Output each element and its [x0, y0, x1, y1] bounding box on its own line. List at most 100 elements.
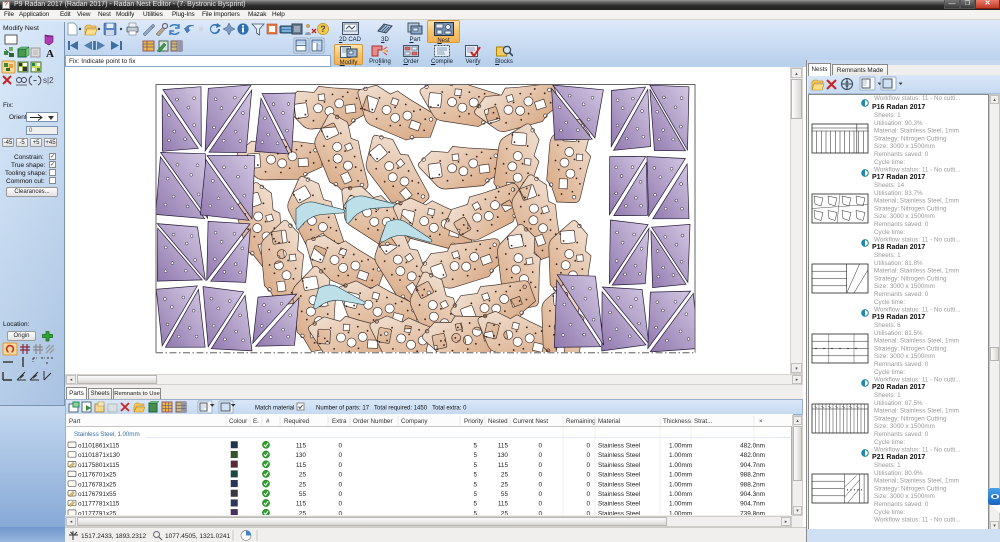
svg-text:Number of parts: 17 Total re: Number of parts: 17 Total required: 1450…	[316, 406, 467, 412]
svg-text:0: 0	[538, 452, 542, 459]
svg-text:Cycle time:: Cycle time:	[874, 159, 905, 166]
svg-text:115: 115	[498, 442, 509, 449]
svg-text:904.3nm: 904.3nm	[740, 491, 765, 498]
svg-text:Strat...: Strat...	[694, 418, 713, 425]
svg-text:Current Nest: Current Nest	[513, 418, 548, 425]
svg-text:P16 Radan 2017: P16 Radan 2017	[872, 104, 925, 111]
svg-text:o1101861x115: o1101861x115	[78, 442, 120, 449]
svg-text:Company: Company	[401, 418, 428, 425]
svg-text:Stainless Steel: Stainless Steel	[598, 452, 640, 459]
svg-text:1.00mm: 1.00mm	[669, 471, 692, 478]
svg-text:Remnants saved: 0: Remnants saved: 0	[874, 501, 929, 508]
svg-text:115: 115	[296, 500, 307, 507]
svg-text:1.00mm: 1.00mm	[669, 481, 692, 488]
svg-text:Utilisation: 90.3%: Utilisation: 90.3%	[874, 120, 923, 127]
svg-text:Cycle time:: Cycle time:	[874, 509, 905, 516]
svg-text:Thickness: Thickness	[663, 418, 691, 425]
svg-text:Size: 3000 x 1500mm: Size: 3000 x 1500mm	[874, 143, 935, 150]
svg-text:Strategy: Nitrogen Cutting: Strategy: Nitrogen Cutting	[874, 205, 947, 212]
svg-text:P18 Radan 2017: P18 Radan 2017	[872, 244, 925, 251]
svg-text:0: 0	[338, 491, 342, 498]
svg-text:P19 Radan 2017: P19 Radan 2017	[872, 314, 925, 321]
svg-text:0: 0	[586, 452, 590, 459]
svg-text:130: 130	[497, 452, 508, 459]
svg-text:0: 0	[586, 461, 590, 468]
svg-text:Size: 3000 x 1500mm: Size: 3000 x 1500mm	[874, 213, 935, 220]
svg-text:Material: Stainless Steel, 1mm: Material: Stainless Steel, 1mm	[874, 408, 959, 415]
svg-text:1.00mm: 1.00mm	[669, 491, 692, 498]
svg-text:Utilisation: 81.8%: Utilisation: 81.8%	[874, 260, 923, 267]
svg-text:1077.4505, 1321.0241: 1077.4505, 1321.0241	[165, 533, 230, 540]
svg-text:0: 0	[586, 481, 590, 488]
svg-text:1.00mm: 1.00mm	[669, 510, 692, 515]
svg-text:55: 55	[501, 491, 509, 498]
svg-text:0: 0	[538, 481, 542, 488]
svg-text:Cycle time:: Cycle time:	[874, 229, 905, 236]
svg-text:Sheets: 14: Sheets: 14	[874, 182, 905, 189]
svg-text:Remnants saved: 0: Remnants saved: 0	[874, 291, 929, 298]
svg-text:s|2: s|2	[43, 76, 54, 85]
svg-text:55: 55	[299, 491, 307, 498]
svg-text:Workflow status: 11 - No cutti: Workflow status: 11 - No cutti...	[874, 237, 961, 244]
svg-text:5: 5	[473, 481, 477, 488]
svg-text:25: 25	[299, 481, 307, 488]
svg-text:Priority: Priority	[464, 418, 484, 425]
svg-text:Sheets: 6: Sheets: 6	[874, 322, 901, 329]
svg-text:5: 5	[473, 461, 477, 468]
svg-text:Required: Required	[284, 418, 310, 425]
svg-text:Workflow status: 11 - No cutti: Workflow status: 11 - No cutti...	[874, 307, 961, 314]
svg-text:Order Number: Order Number	[353, 418, 393, 425]
svg-text:739.8nm: 739.8nm	[740, 510, 765, 515]
svg-text:o1176781x25: o1176781x25	[78, 481, 117, 488]
svg-text:Material: Stainless Steel, 1mm: Material: Stainless Steel, 1mm	[874, 338, 959, 345]
svg-text:E.: E.	[253, 418, 259, 425]
svg-text:×: ×	[759, 418, 763, 425]
svg-text:0: 0	[538, 510, 542, 515]
svg-text:482.0nm: 482.0nm	[740, 452, 765, 459]
svg-text:Workflow status: 11 - No cutti: Workflow status: 11 - No cutti...	[874, 517, 961, 524]
svg-text:0: 0	[586, 491, 590, 498]
svg-text:Sheets: 1: Sheets: 1	[874, 462, 901, 469]
svg-text:Remnants saved: 0: Remnants saved: 0	[874, 221, 929, 228]
svg-text:0: 0	[586, 500, 590, 507]
svg-text:Sheets: 1: Sheets: 1	[874, 392, 901, 399]
svg-text:Material: Material	[598, 418, 620, 425]
svg-text:Cycle time:: Cycle time:	[874, 369, 905, 376]
svg-text:P21 Radan 2017: P21 Radan 2017	[872, 454, 925, 461]
svg-text:P20 Radan 2017: P20 Radan 2017	[872, 384, 925, 391]
svg-text:0: 0	[338, 471, 342, 478]
svg-text:Stainless Steel: Stainless Steel	[598, 471, 640, 478]
svg-text:25: 25	[299, 471, 307, 478]
svg-text:Strategy: Nitrogen Cutting: Strategy: Nitrogen Cutting	[874, 345, 947, 352]
svg-text:Strategy: Nitrogen Cutting: Strategy: Nitrogen Cutting	[874, 275, 947, 282]
svg-text:0: 0	[538, 471, 542, 478]
svg-text:0: 0	[338, 452, 342, 459]
svg-text:Material: Stainless Steel, 1mm: Material: Stainless Steel, 1mm	[874, 478, 959, 485]
svg-text:0: 0	[538, 442, 542, 449]
svg-text:0: 0	[338, 481, 342, 488]
svg-text:Stainless Steel: Stainless Steel	[598, 442, 640, 449]
svg-text:25: 25	[299, 510, 307, 515]
svg-text:1.00mm: 1.00mm	[669, 461, 692, 468]
svg-text:o1176701x25: o1176701x25	[78, 471, 117, 478]
svg-text:5: 5	[473, 452, 477, 459]
svg-text:Strategy: Nitrogen Cutting: Strategy: Nitrogen Cutting	[874, 415, 947, 422]
svg-text:0: 0	[338, 442, 342, 449]
svg-text:Sheets: 1: Sheets: 1	[874, 112, 901, 119]
svg-text:Remaining: Remaining	[566, 418, 596, 425]
svg-text:0: 0	[586, 510, 590, 515]
svg-text:0: 0	[586, 442, 590, 449]
svg-text:Size: 3000 x 1500mm: Size: 3000 x 1500mm	[874, 353, 935, 360]
svg-text:Stainless Steel: Stainless Steel	[598, 500, 640, 507]
svg-text:Stainless Steel: Stainless Steel	[598, 481, 640, 488]
svg-text:1.00mm: 1.00mm	[669, 442, 692, 449]
svg-text:Material: Stainless Steel, 1mm: Material: Stainless Steel, 1mm	[874, 128, 959, 135]
svg-text:Remnants saved: 0: Remnants saved: 0	[874, 431, 929, 438]
svg-text:5: 5	[473, 510, 477, 515]
svg-text:Utilisation: 83.7%: Utilisation: 83.7%	[874, 190, 923, 197]
svg-text:Strategy: Nitrogen Cutting: Strategy: Nitrogen Cutting	[874, 135, 947, 142]
svg-text:o1101871x130: o1101871x130	[78, 452, 120, 459]
svg-text:482.0nm: 482.0nm	[740, 442, 765, 449]
svg-text:Material: Stainless Steel, 1mm: Material: Stainless Steel, 1mm	[874, 198, 959, 205]
svg-text:904.7nm: 904.7nm	[740, 500, 765, 507]
